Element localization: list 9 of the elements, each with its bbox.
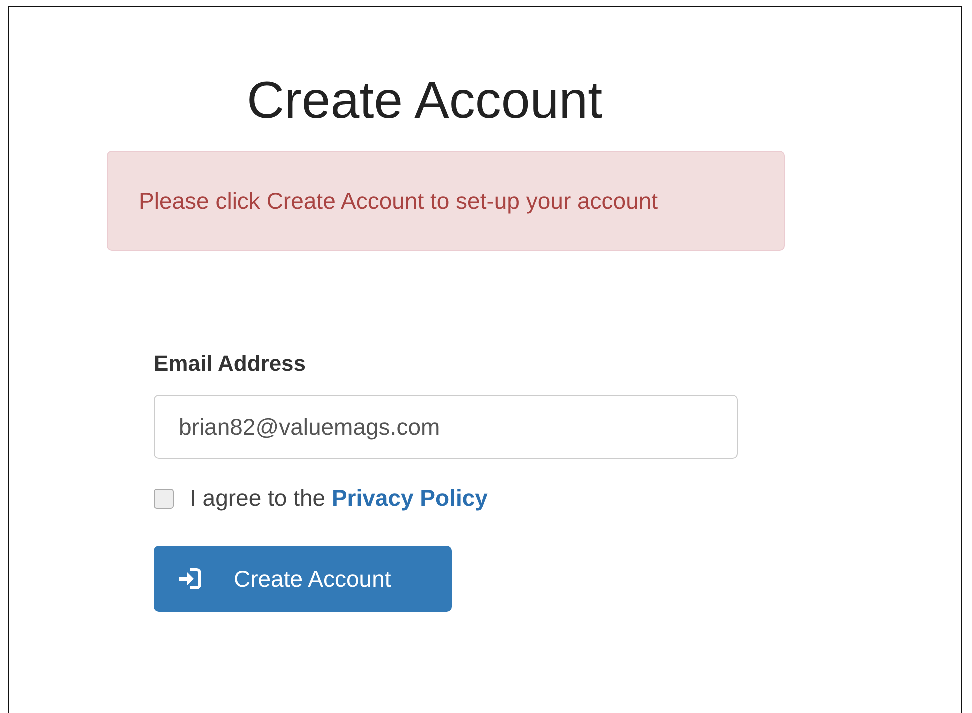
privacy-policy-link[interactable]: Privacy Policy xyxy=(332,485,488,511)
email-label: Email Address xyxy=(154,351,308,377)
page-title: Create Account xyxy=(247,71,603,131)
agreement-text: I agree to the Privacy Policy xyxy=(190,485,488,512)
create-account-button[interactable]: Create Account xyxy=(154,546,452,612)
agree-checkbox[interactable] xyxy=(154,488,174,508)
email-field[interactable]: brian82@valuemags.com xyxy=(154,395,738,459)
alert-message: Please click Create Account to set-up your account xyxy=(139,188,658,214)
sign-in-icon xyxy=(178,568,202,590)
